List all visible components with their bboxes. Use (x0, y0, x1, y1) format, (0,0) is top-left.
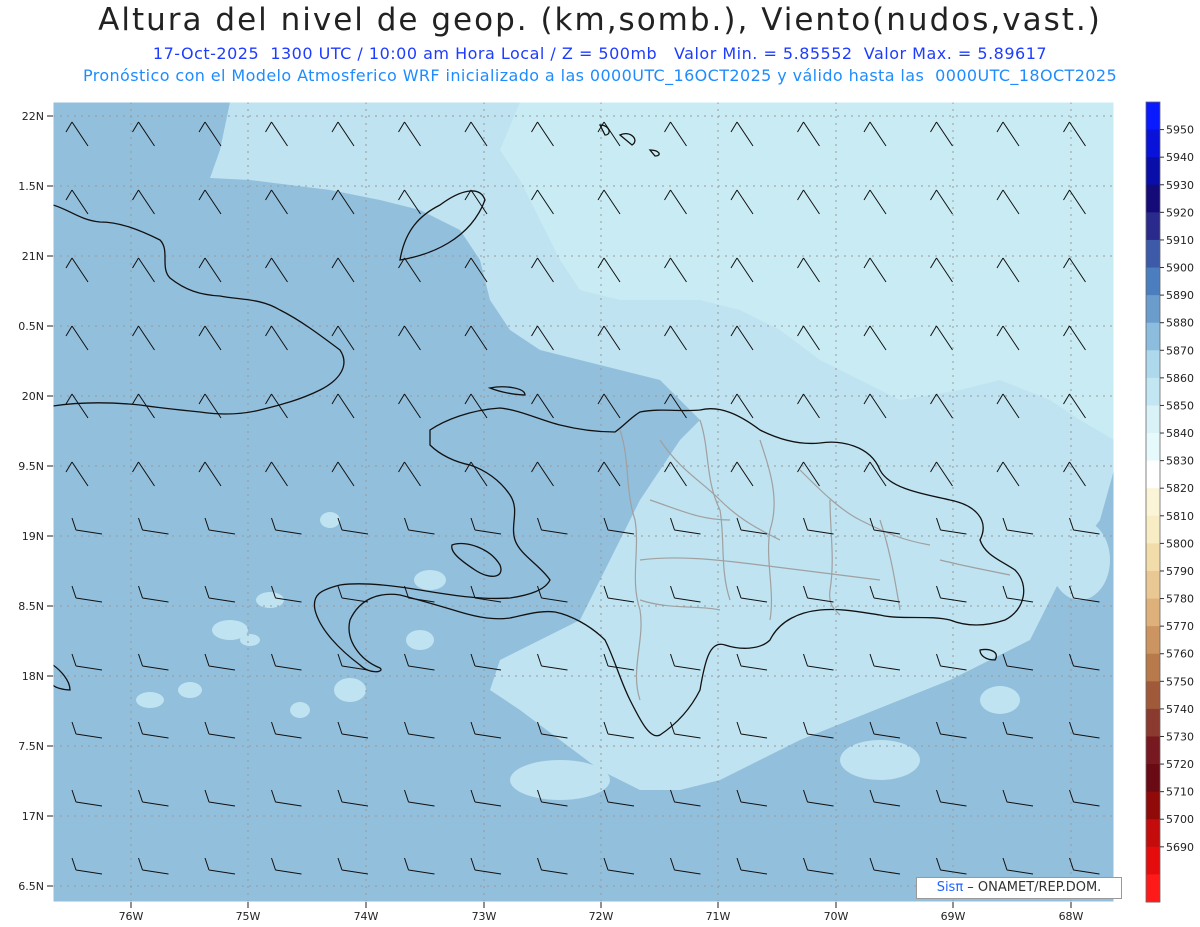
field-patch (720, 670, 800, 730)
colorbar-swatch (1146, 267, 1160, 296)
colorbar-swatch (1146, 239, 1160, 269)
colorbar-swatch (1146, 184, 1160, 213)
colorbar: 5950 5940 5930 5920 5910 5900 5890 5880 5870 5860… (1145, 101, 1194, 903)
field-patch (334, 678, 366, 702)
lat-tick-label: 7.5N (18, 740, 44, 753)
field-patch (520, 670, 640, 730)
colorbar-swatch (1146, 846, 1160, 875)
lon-tick-label: 74W (354, 910, 379, 923)
colorbar-swatch (1146, 157, 1160, 186)
colorbar-swatch (1146, 681, 1160, 710)
lon-tick-label: 75W (236, 910, 261, 923)
lat-tick-label: 17N (22, 810, 44, 823)
colorbar-label: 5950 (1166, 124, 1194, 137)
field-patch (980, 686, 1020, 714)
colorbar-label: 5790 (1166, 565, 1194, 578)
colorbar-swatch (1146, 791, 1160, 820)
colorbar-label: 5900 (1166, 262, 1194, 275)
lon-tick-label: 73W (472, 910, 497, 923)
colorbar-label: 5780 (1166, 593, 1194, 606)
colorbar-swatch (1146, 433, 1160, 462)
lat-tick-label: 18N (22, 670, 44, 683)
colorbar-label: 5770 (1166, 620, 1194, 633)
lon-tick-label: 71W (706, 910, 731, 923)
colorbar-swatch (1146, 819, 1160, 848)
colorbar-swatch (1146, 736, 1160, 765)
colorbar-label: 5940 (1166, 151, 1194, 164)
colorbar-label: 5730 (1166, 730, 1194, 743)
colorbar-swatch (1146, 764, 1160, 793)
geopotential-field (53, 102, 1114, 902)
colorbar-label: 5750 (1166, 675, 1194, 688)
colorbar-label: 5760 (1166, 648, 1194, 661)
field-patch (320, 512, 340, 528)
colorbar-label: 5690 (1166, 841, 1194, 854)
colorbar-swatch (1146, 598, 1160, 627)
colorbar-swatch (1146, 708, 1160, 737)
lat-tick-label: 1.5N (18, 180, 44, 193)
colorbar-label: 5930 (1166, 179, 1194, 192)
lat-tick-label: 8.5N (18, 600, 44, 613)
colorbar-label: 5830 (1166, 455, 1194, 468)
colorbar-swatch (1146, 102, 1160, 131)
field-patch (136, 692, 164, 708)
lat-tick-label: 0.5N (18, 320, 44, 333)
field-patch (1050, 520, 1110, 600)
field-patch (290, 702, 310, 718)
colorbar-label: 5740 (1166, 703, 1194, 716)
colorbar-label: 5840 (1166, 427, 1194, 440)
forecast-map: 22N 1.5N 21N 0.5N 20N 9.5N 19N 8.5N 18N 7.5N 17N 6.… (18, 101, 1194, 923)
lat-tick-label: 19N (22, 530, 44, 543)
lon-tick-label: 70W (824, 910, 849, 923)
colorbar-label: 5720 (1166, 758, 1194, 771)
colorbar-swatch (1146, 874, 1160, 903)
colorbar-swatch (1146, 570, 1160, 600)
sispi-logo: Sisπ (936, 880, 964, 895)
credit-text: – ONAMET/REP.DOM. (963, 880, 1102, 895)
colorbar-swatch (1146, 543, 1160, 572)
colorbar-swatch (1146, 295, 1160, 324)
latitude-axis: 22N 1.5N 21N 0.5N 20N 9.5N 19N 8.5N 18N 7.5N 17N 6.… (18, 110, 53, 893)
colorbar-label: 5820 (1166, 482, 1194, 495)
colorbar-swatch (1146, 460, 1160, 489)
colorbar-label: 5870 (1166, 344, 1194, 357)
colorbar-swatch (1146, 377, 1160, 406)
lat-tick-label: 20N (22, 390, 44, 403)
colorbar-swatch (1146, 129, 1160, 158)
lon-tick-label: 72W (589, 910, 614, 923)
colorbar-swatch (1146, 405, 1160, 434)
lat-tick-label: 6.5N (18, 880, 44, 893)
colorbar-label: 5880 (1166, 317, 1194, 330)
colorbar-swatch (1146, 212, 1160, 241)
lon-tick-label: 76W (119, 910, 144, 923)
colorbar-swatch (1146, 626, 1160, 655)
field-patch (240, 634, 260, 646)
lon-tick-label: 68W (1059, 910, 1084, 923)
field-patch (414, 570, 446, 590)
colorbar-label: 5800 (1166, 537, 1194, 550)
lat-tick-label: 22N (22, 110, 44, 123)
colorbar-swatch (1146, 515, 1160, 544)
colorbar-label: 5850 (1166, 399, 1194, 412)
credit-label: Sisπ – ONAMET/REP.DOM. (916, 877, 1122, 899)
lat-tick-label: 21N (22, 250, 44, 263)
colorbar-label: 5710 (1166, 786, 1194, 799)
field-patch (406, 630, 434, 650)
colorbar-label: 5910 (1166, 234, 1194, 247)
field-patch (178, 682, 202, 698)
lon-tick-label: 69W (941, 910, 966, 923)
colorbar-label: 5920 (1166, 206, 1194, 219)
field-patch (510, 760, 610, 800)
colorbar-label: 5810 (1166, 510, 1194, 523)
longitude-axis: 76W 75W 74W 73W 72W 71W 70W 69W 68W (119, 902, 1084, 923)
colorbar-label: 5700 (1166, 813, 1194, 826)
colorbar-label: 5890 (1166, 289, 1194, 302)
lat-tick-label: 9.5N (18, 460, 44, 473)
colorbar-swatch (1146, 350, 1160, 379)
colorbar-label: 5860 (1166, 372, 1194, 385)
colorbar-swatch (1146, 488, 1160, 517)
colorbar-swatch (1146, 653, 1160, 682)
colorbar-swatch (1146, 322, 1160, 351)
